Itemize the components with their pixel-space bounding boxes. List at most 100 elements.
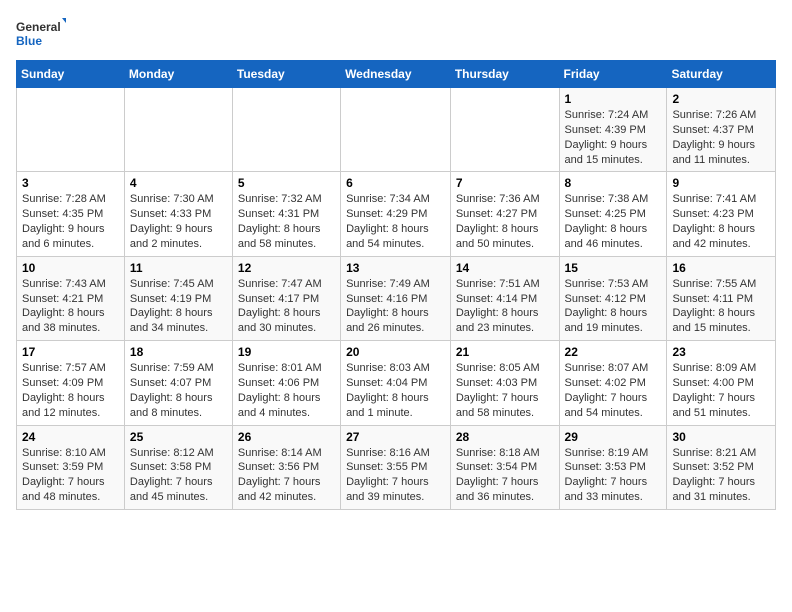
- day-cell: 12 Sunrise: 7:47 AM Sunset: 4:17 PM Dayli…: [232, 256, 340, 340]
- day-info: Sunrise: 7:57 AM Sunset: 4:09 PM Dayligh…: [22, 361, 119, 420]
- day-cell: 15Sunrise: 7:53 AM Sunset: 4:12 PM Dayli…: [559, 256, 667, 340]
- day-info: Sunrise: 7:59 AM Sunset: 4:07 PM Dayligh…: [130, 361, 227, 420]
- day-cell: [450, 88, 559, 172]
- day-info: Sunrise: 7:26 AM Sunset: 4:37 PM Dayligh…: [672, 108, 770, 167]
- day-info: Sunrise: 7:47 AM Sunset: 4:17 PM Dayligh…: [238, 277, 335, 336]
- day-cell: 17 Sunrise: 7:57 AM Sunset: 4:09 PM Dayli…: [17, 341, 125, 425]
- day-cell: 24Sunrise: 8:10 AM Sunset: 3:59 PM Dayli…: [17, 425, 125, 509]
- day-number: 26: [238, 430, 335, 444]
- day-number: 23: [672, 345, 770, 359]
- day-cell: 11 Sunrise: 7:45 AM Sunset: 4:19 PM Dayli…: [124, 256, 232, 340]
- day-cell: 1 Sunrise: 7:24 AM Sunset: 4:39 PM Daylig…: [559, 88, 667, 172]
- day-cell: 4 Sunrise: 7:30 AM Sunset: 4:33 PM Daylig…: [124, 172, 232, 256]
- header-day-sunday: Sunday: [17, 61, 125, 88]
- header-day-monday: Monday: [124, 61, 232, 88]
- day-info: Sunrise: 8:14 AM Sunset: 3:56 PM Dayligh…: [238, 446, 335, 505]
- day-number: 27: [346, 430, 445, 444]
- day-number: 2: [672, 92, 770, 106]
- day-cell: 25Sunrise: 8:12 AM Sunset: 3:58 PM Dayli…: [124, 425, 232, 509]
- logo-svg: General Blue: [16, 16, 66, 52]
- day-cell: 2 Sunrise: 7:26 AM Sunset: 4:37 PM Daylig…: [667, 88, 776, 172]
- header-day-wednesday: Wednesday: [341, 61, 451, 88]
- day-number: 14: [456, 261, 554, 275]
- day-cell: 20 Sunrise: 8:03 AM Sunset: 4:04 PM Dayli…: [341, 341, 451, 425]
- day-cell: 23 Sunrise: 8:09 AM Sunset: 4:00 PM Dayli…: [667, 341, 776, 425]
- day-number: 9: [672, 176, 770, 190]
- day-cell: 29 Sunrise: 8:19 AM Sunset: 3:53 PM Dayli…: [559, 425, 667, 509]
- day-cell: [17, 88, 125, 172]
- day-cell: 10 Sunrise: 7:43 AM Sunset: 4:21 PM Dayli…: [17, 256, 125, 340]
- day-cell: 27 Sunrise: 8:16 AM Sunset: 3:55 PM Dayli…: [341, 425, 451, 509]
- header-day-saturday: Saturday: [667, 61, 776, 88]
- day-number: 6: [346, 176, 445, 190]
- day-cell: 14 Sunrise: 7:51 AM Sunset: 4:14 PM Dayli…: [450, 256, 559, 340]
- day-info: Sunrise: 7:30 AM Sunset: 4:33 PM Dayligh…: [130, 192, 227, 251]
- day-cell: 6Sunrise: 7:34 AM Sunset: 4:29 PM Daylig…: [341, 172, 451, 256]
- day-info: Sunrise: 8:10 AM Sunset: 3:59 PM Dayligh…: [22, 446, 119, 505]
- day-info: Sunrise: 7:45 AM Sunset: 4:19 PM Dayligh…: [130, 277, 227, 336]
- day-number: 8: [565, 176, 662, 190]
- week-row-5: 24Sunrise: 8:10 AM Sunset: 3:59 PM Dayli…: [17, 425, 776, 509]
- day-info: Sunrise: 8:21 AM Sunset: 3:52 PM Dayligh…: [672, 446, 770, 505]
- header-day-tuesday: Tuesday: [232, 61, 340, 88]
- day-info: Sunrise: 8:19 AM Sunset: 3:53 PM Dayligh…: [565, 446, 662, 505]
- day-info: Sunrise: 7:32 AM Sunset: 4:31 PM Dayligh…: [238, 192, 335, 251]
- svg-text:Blue: Blue: [16, 34, 42, 48]
- day-info: Sunrise: 7:24 AM Sunset: 4:39 PM Dayligh…: [565, 108, 662, 167]
- day-cell: 28 Sunrise: 8:18 AM Sunset: 3:54 PM Dayli…: [450, 425, 559, 509]
- day-number: 21: [456, 345, 554, 359]
- week-row-4: 17 Sunrise: 7:57 AM Sunset: 4:09 PM Dayli…: [17, 341, 776, 425]
- day-number: 17: [22, 345, 119, 359]
- day-number: 19: [238, 345, 335, 359]
- day-info: Sunrise: 7:38 AM Sunset: 4:25 PM Dayligh…: [565, 192, 662, 251]
- day-cell: 3 Sunrise: 7:28 AM Sunset: 4:35 PM Daylig…: [17, 172, 125, 256]
- day-info: Sunrise: 8:01 AM Sunset: 4:06 PM Dayligh…: [238, 361, 335, 420]
- day-cell: 13 Sunrise: 7:49 AM Sunset: 4:16 PM Dayli…: [341, 256, 451, 340]
- day-info: Sunrise: 7:36 AM Sunset: 4:27 PM Dayligh…: [456, 192, 554, 251]
- day-info: Sunrise: 8:16 AM Sunset: 3:55 PM Dayligh…: [346, 446, 445, 505]
- day-number: 18: [130, 345, 227, 359]
- day-number: 20: [346, 345, 445, 359]
- day-cell: 16Sunrise: 7:55 AM Sunset: 4:11 PM Dayli…: [667, 256, 776, 340]
- day-cell: [341, 88, 451, 172]
- day-number: 13: [346, 261, 445, 275]
- day-info: Sunrise: 7:43 AM Sunset: 4:21 PM Dayligh…: [22, 277, 119, 336]
- day-number: 28: [456, 430, 554, 444]
- day-number: 25: [130, 430, 227, 444]
- day-cell: 8 Sunrise: 7:38 AM Sunset: 4:25 PM Daylig…: [559, 172, 667, 256]
- day-number: 12: [238, 261, 335, 275]
- day-number: 22: [565, 345, 662, 359]
- day-cell: 9Sunrise: 7:41 AM Sunset: 4:23 PM Daylig…: [667, 172, 776, 256]
- day-number: 11: [130, 261, 227, 275]
- day-number: 5: [238, 176, 335, 190]
- day-cell: [124, 88, 232, 172]
- day-info: Sunrise: 7:55 AM Sunset: 4:11 PM Dayligh…: [672, 277, 770, 336]
- day-number: 15: [565, 261, 662, 275]
- calendar-header-row: SundayMondayTuesdayWednesdayThursdayFrid…: [17, 61, 776, 88]
- day-info: Sunrise: 8:18 AM Sunset: 3:54 PM Dayligh…: [456, 446, 554, 505]
- day-info: Sunrise: 8:05 AM Sunset: 4:03 PM Dayligh…: [456, 361, 554, 420]
- header-day-thursday: Thursday: [450, 61, 559, 88]
- day-number: 30: [672, 430, 770, 444]
- day-number: 3: [22, 176, 119, 190]
- day-info: Sunrise: 7:49 AM Sunset: 4:16 PM Dayligh…: [346, 277, 445, 336]
- logo: General Blue: [16, 16, 66, 52]
- day-cell: 26 Sunrise: 8:14 AM Sunset: 3:56 PM Dayli…: [232, 425, 340, 509]
- day-cell: 21 Sunrise: 8:05 AM Sunset: 4:03 PM Dayli…: [450, 341, 559, 425]
- day-cell: 30 Sunrise: 8:21 AM Sunset: 3:52 PM Dayli…: [667, 425, 776, 509]
- day-number: 4: [130, 176, 227, 190]
- day-number: 7: [456, 176, 554, 190]
- day-info: Sunrise: 8:03 AM Sunset: 4:04 PM Dayligh…: [346, 361, 445, 420]
- day-number: 1: [565, 92, 662, 106]
- day-cell: 7 Sunrise: 7:36 AM Sunset: 4:27 PM Daylig…: [450, 172, 559, 256]
- week-row-1: 1 Sunrise: 7:24 AM Sunset: 4:39 PM Daylig…: [17, 88, 776, 172]
- calendar-table: SundayMondayTuesdayWednesdayThursdayFrid…: [16, 60, 776, 510]
- day-info: Sunrise: 7:28 AM Sunset: 4:35 PM Dayligh…: [22, 192, 119, 251]
- day-cell: [232, 88, 340, 172]
- day-number: 10: [22, 261, 119, 275]
- day-cell: 18 Sunrise: 7:59 AM Sunset: 4:07 PM Dayli…: [124, 341, 232, 425]
- day-info: Sunrise: 8:09 AM Sunset: 4:00 PM Dayligh…: [672, 361, 770, 420]
- day-info: Sunrise: 7:51 AM Sunset: 4:14 PM Dayligh…: [456, 277, 554, 336]
- week-row-3: 10 Sunrise: 7:43 AM Sunset: 4:21 PM Dayli…: [17, 256, 776, 340]
- day-number: 29: [565, 430, 662, 444]
